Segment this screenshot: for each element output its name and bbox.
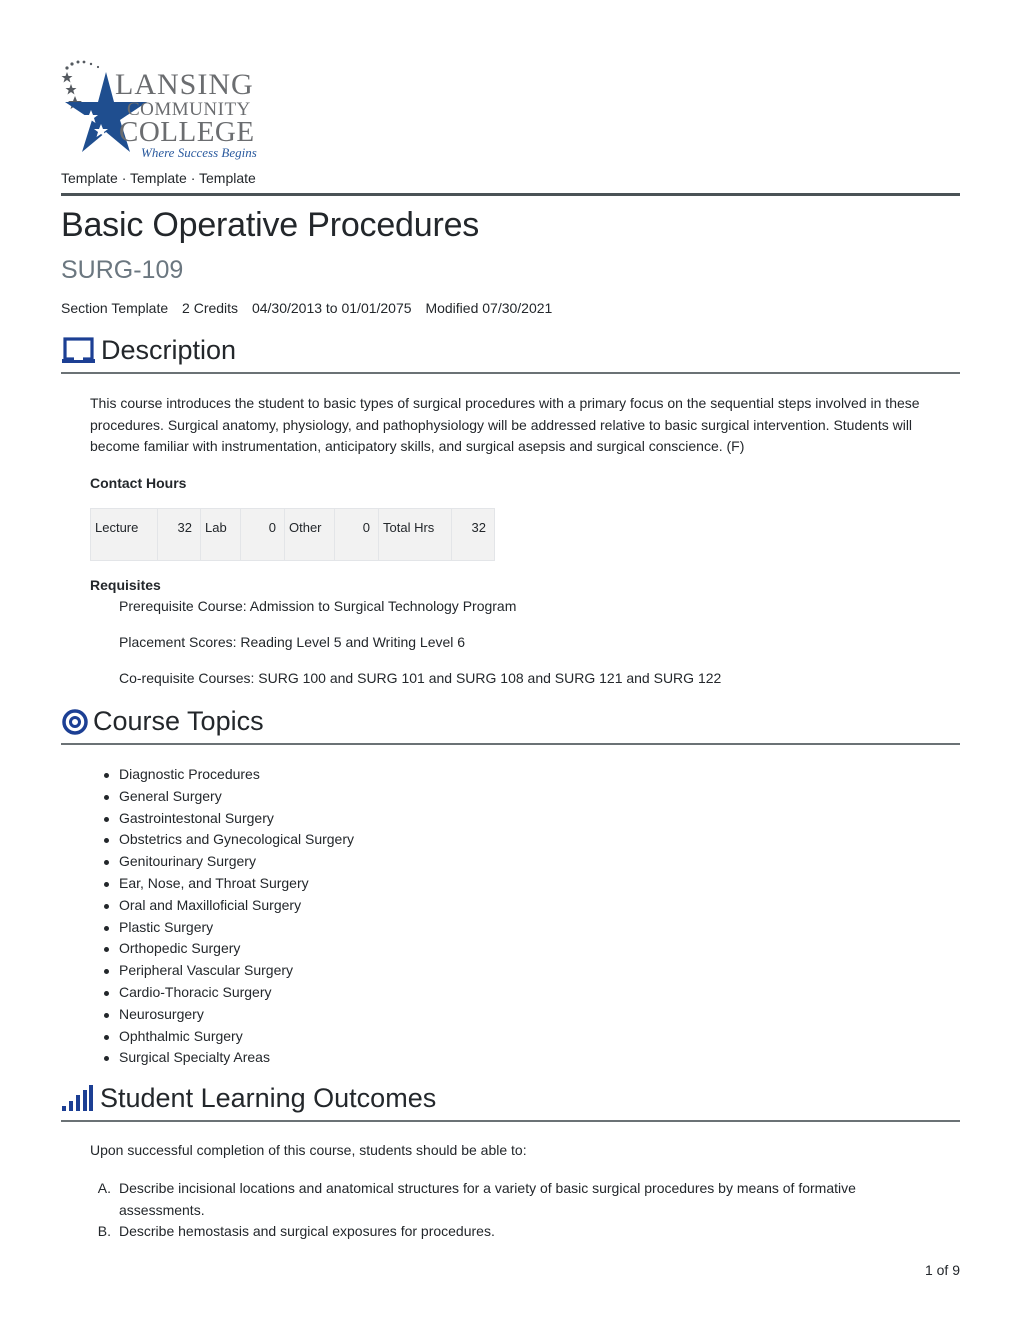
outcome-marker: A. xyxy=(97,1180,111,1196)
section-divider xyxy=(61,1120,960,1122)
target-icon xyxy=(61,707,89,737)
outcomes-list: A. Describe incisional locations and ana… xyxy=(90,1178,930,1243)
laptop-icon xyxy=(61,336,95,366)
description-section-header: Description xyxy=(61,335,960,374)
list-item: General Surgery xyxy=(104,786,354,808)
list-item: Gastrointestonal Surgery xyxy=(104,808,354,830)
hours-lecture-label: Lecture xyxy=(90,508,158,561)
header-divider xyxy=(61,193,960,196)
list-item: Obstetrics and Gynecological Surgery xyxy=(104,829,354,851)
topics-heading: Course Topics xyxy=(93,706,264,736)
list-item: Oral and Maxilloficial Surgery xyxy=(104,895,354,917)
list-item: Ophthalmic Surgery xyxy=(104,1026,354,1048)
outcome-marker: B. xyxy=(97,1223,111,1239)
contact-hours-label: Contact Hours xyxy=(90,475,187,491)
course-meta: Section Template 2 Credits 04/30/2013 to… xyxy=(61,300,562,316)
contact-hours-table: Lecture 32 Lab 0 Other 0 Total Hrs 32 xyxy=(90,508,495,561)
list-item: Diagnostic Procedures xyxy=(104,764,354,786)
hours-lab-value: 0 xyxy=(240,508,285,561)
list-item: Genitourinary Surgery xyxy=(104,851,354,873)
breadcrumb: Template · Template · Template xyxy=(61,170,256,186)
requisites-label: Requisites xyxy=(90,577,161,593)
list-item: Neurosurgery xyxy=(104,1004,354,1026)
page-title: Basic Operative Procedures xyxy=(61,206,480,244)
signal-bars-icon xyxy=(61,1084,93,1114)
requisite-item: Placement Scores: Reading Level 5 and Wr… xyxy=(119,634,466,650)
topics-section-header: Course Topics xyxy=(61,706,960,745)
outcome-text: Describe incisional locations and anatom… xyxy=(119,1180,856,1218)
list-item: A. Describe incisional locations and ana… xyxy=(90,1178,930,1221)
requisite-item: Co-requisite Courses: SURG 100 and SURG … xyxy=(119,670,722,686)
list-item: Orthopedic Surgery xyxy=(104,938,354,960)
logo-line-3: COLLEGE xyxy=(119,116,255,148)
course-description: This course introduces the student to ba… xyxy=(90,395,920,454)
list-item: Surgical Specialty Areas xyxy=(104,1047,354,1069)
outcome-text: Describe hemostasis and surgical exposur… xyxy=(119,1223,495,1239)
logo-tagline: Where Success Begins xyxy=(141,145,257,160)
outcomes-heading: Student Learning Outcomes xyxy=(100,1083,437,1113)
list-item: Peripheral Vascular Surgery xyxy=(104,960,354,982)
list-item: Ear, Nose, and Throat Surgery xyxy=(104,873,354,895)
description-heading: Description xyxy=(101,335,237,365)
list-item: Cardio-Thoracic Surgery xyxy=(104,982,354,1004)
meta-modified: Modified 07/30/2021 xyxy=(425,300,553,316)
hours-lecture-value: 32 xyxy=(157,508,201,561)
meta-dates: 04/30/2013 to 01/01/2075 xyxy=(251,300,412,316)
logo-line-1: LANSING xyxy=(115,68,254,101)
list-item: Plastic Surgery xyxy=(104,917,354,939)
page-number: 1 of 9 xyxy=(924,1262,960,1278)
college-logo: LANSING COMMUNITY COLLEGE Where Success … xyxy=(61,58,291,162)
meta-section: Section Template xyxy=(61,300,169,316)
requisite-item: Prerequisite Course: Admission to Surgic… xyxy=(119,598,517,614)
hours-total-value: 32 xyxy=(451,508,495,561)
course-topics-list: Diagnostic Procedures General Surgery Ga… xyxy=(104,764,354,1069)
outcomes-intro: Upon successful completion of this cours… xyxy=(90,1142,527,1158)
section-divider xyxy=(61,372,960,374)
course-code: SURG-109 xyxy=(61,256,184,284)
hours-total-label: Total Hrs xyxy=(378,508,452,561)
hours-other-label: Other xyxy=(284,508,335,561)
list-item: B. Describe hemostasis and surgical expo… xyxy=(90,1221,930,1243)
hours-other-value: 0 xyxy=(334,508,379,561)
meta-credits: 2 Credits xyxy=(182,300,239,316)
hours-lab-label: Lab xyxy=(200,508,241,561)
section-divider xyxy=(61,743,960,745)
outcomes-section-header: Student Learning Outcomes xyxy=(61,1083,960,1122)
